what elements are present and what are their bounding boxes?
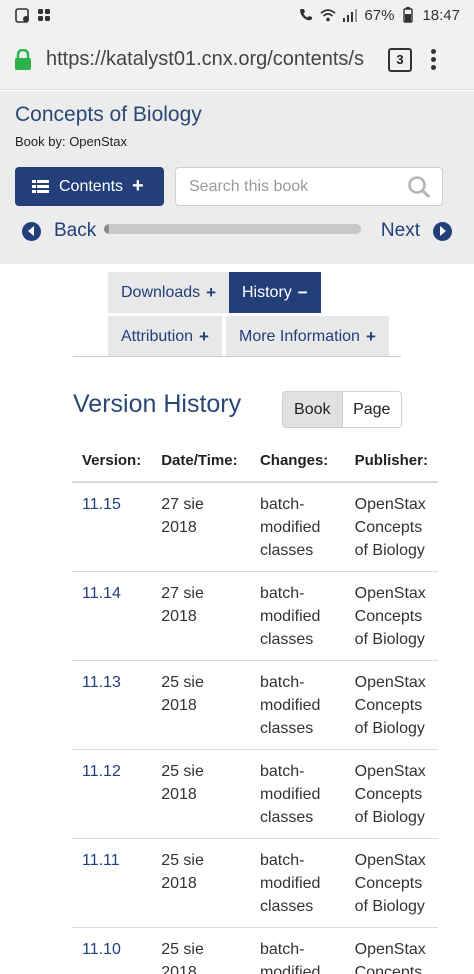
column-header-date: Date/Time: [151, 440, 250, 483]
tab-history-label: History [242, 283, 292, 301]
publisher-cell: OpenStax Concepts of Biology [344, 482, 438, 572]
arrow-right-icon [433, 221, 452, 241]
publisher-cell: OpenStax Concepts of Biology [344, 927, 438, 974]
url-text[interactable]: https://katalyst01.cnx.org/contents/s [46, 48, 376, 71]
gallery-notification-icon [36, 7, 52, 23]
reading-progress-bar [104, 224, 361, 234]
tab-history[interactable]: History − [229, 272, 321, 313]
changes-cell: batch-modified classes [249, 482, 345, 572]
table-row: 11.13 25 sie 2018 batch-modified classes… [72, 660, 438, 750]
version-history-table: Version: Date/Time: Changes: Publisher: … [72, 440, 438, 974]
date-cell: 25 sie 2018 [151, 660, 250, 750]
date-cell: 25 sie 2018 [151, 927, 250, 974]
version-link[interactable]: 11.14 [72, 571, 152, 661]
table-row: 11.11 25 sie 2018 batch-modified classes… [72, 838, 438, 928]
column-header-changes: Changes: [249, 440, 345, 483]
arrow-left-icon [22, 221, 41, 241]
publisher-cell: OpenStax Concepts of Biology [344, 660, 438, 750]
tab-switcher-button[interactable]: 3 [388, 47, 412, 72]
next-label: Next [380, 220, 420, 241]
next-link[interactable]: Next [381, 220, 452, 242]
wifi-icon [320, 7, 337, 23]
version-link[interactable]: 11.10 [72, 927, 152, 974]
version-history-title: Version History [73, 390, 242, 418]
lock-icon [14, 48, 32, 71]
toggle-page-button[interactable]: Page [343, 392, 402, 427]
table-row: 11.12 25 sie 2018 batch-modified classes… [72, 749, 438, 839]
history-scope-toggle: Book Page [282, 391, 402, 428]
plus-icon: + [365, 326, 376, 346]
tab-more-information[interactable]: More Information + [226, 316, 389, 357]
version-link[interactable]: 11.12 [72, 749, 152, 839]
tab-downloads-label: Downloads [121, 283, 201, 301]
search-icon[interactable] [407, 175, 431, 199]
screenshot-notification-icon [14, 7, 30, 23]
version-link[interactable]: 11.11 [72, 838, 152, 928]
table-row: 11.10 25 sie 2018 batch-modified classes… [72, 927, 438, 974]
list-icon [32, 180, 49, 193]
battery-percent: 67% [364, 6, 395, 24]
publisher-cell: OpenStax Concepts of Biology [344, 571, 438, 661]
date-cell: 27 sie 2018 [151, 482, 250, 572]
search-input[interactable] [189, 177, 407, 196]
tab-more-information-label: More Information [239, 327, 360, 345]
book-title[interactable]: Concepts of Biology [15, 103, 202, 127]
wifi-call-icon [298, 7, 314, 23]
tab-attribution-label: Attribution [121, 327, 194, 345]
tab-downloads[interactable]: Downloads + [108, 272, 230, 313]
book-author: Book by: OpenStax [15, 134, 128, 149]
search-box[interactable] [175, 167, 443, 206]
back-link[interactable]: Back [22, 220, 96, 242]
table-row: 11.14 27 sie 2018 batch-modified classes… [72, 571, 438, 661]
tabs-divider [73, 356, 401, 357]
plus-icon: + [199, 326, 209, 346]
table-header-row: Version: Date/Time: Changes: Publisher: [72, 440, 438, 483]
changes-cell: batch-modified classes [249, 838, 345, 928]
plus-icon: + [132, 175, 144, 197]
clock: 18:47 [422, 6, 460, 24]
changes-cell: batch-modified classes [249, 927, 345, 974]
column-header-publisher: Publisher: [344, 440, 438, 483]
signal-icon [342, 7, 358, 23]
publisher-cell: OpenStax Concepts of Biology [344, 749, 438, 839]
column-header-version: Version: [72, 440, 152, 483]
tab-attribution[interactable]: Attribution + [108, 316, 222, 357]
contents-label: Contents [59, 177, 124, 195]
battery-icon [400, 7, 416, 23]
browser-menu-icon[interactable] [430, 49, 436, 70]
changes-cell: batch-modified classes [249, 571, 345, 661]
publisher-cell: OpenStax Concepts of Biology [344, 838, 438, 928]
toggle-book-button[interactable]: Book [283, 392, 343, 427]
minus-icon: − [297, 282, 308, 302]
date-cell: 25 sie 2018 [151, 838, 250, 928]
back-label: Back [54, 220, 97, 241]
plus-icon: + [206, 282, 217, 302]
book-header: Concepts of Biology Book by: OpenStax Co… [0, 91, 474, 264]
date-cell: 27 sie 2018 [151, 571, 250, 661]
version-link[interactable]: 11.13 [72, 660, 152, 750]
version-link[interactable]: 11.15 [72, 482, 152, 572]
browser-url-bar[interactable]: https://katalyst01.cnx.org/contents/s 3 [0, 30, 474, 90]
table-row: 11.15 27 sie 2018 batch-modified classes… [72, 482, 438, 572]
contents-button[interactable]: Contents + [15, 167, 164, 206]
changes-cell: batch-modified classes [249, 749, 345, 839]
status-bar: 67% 18:47 [0, 0, 474, 30]
changes-cell: batch-modified classes [249, 660, 345, 750]
date-cell: 25 sie 2018 [151, 749, 250, 839]
reading-progress-fill [104, 224, 110, 234]
